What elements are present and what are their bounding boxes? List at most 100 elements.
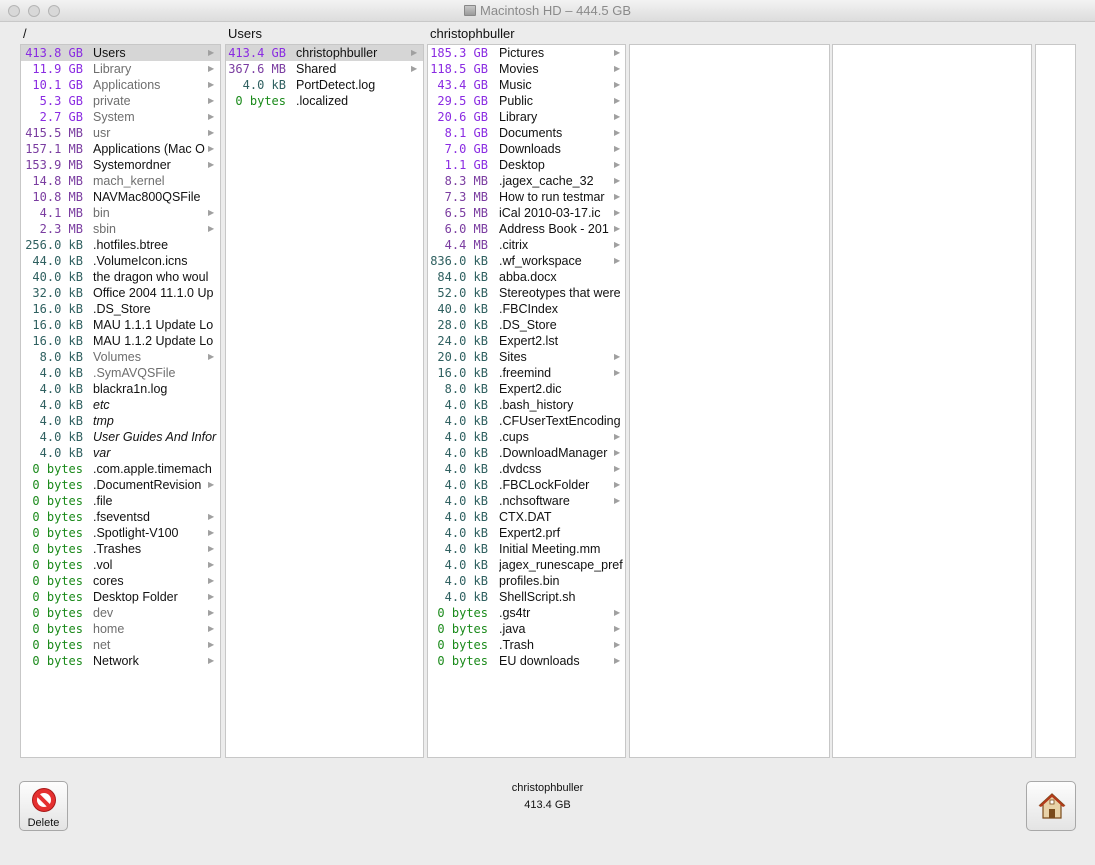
file-row[interactable]: 14.8 MB mach_kernel <box>21 173 220 189</box>
file-row[interactable]: 52.0 kB Stereotypes that were <box>428 285 625 301</box>
file-row[interactable]: 4.0 kB PortDetect.log <box>226 77 423 93</box>
file-row[interactable]: 413.4 GB christophbuller ▶ <box>226 45 423 61</box>
file-row[interactable]: 185.3 GB Pictures ▶ <box>428 45 625 61</box>
file-row[interactable]: 4.0 kB CTX.DAT <box>428 509 625 525</box>
file-row[interactable]: 0 bytes home ▶ <box>21 621 220 637</box>
file-row[interactable]: 10.8 MB NAVMac800QSFile <box>21 189 220 205</box>
file-size: 6.5 MB <box>444 206 488 220</box>
file-row[interactable]: 0 bytes cores ▶ <box>21 573 220 589</box>
file-row[interactable]: 836.0 kB .wf_workspace ▶ <box>428 253 625 269</box>
file-row[interactable]: 4.1 MB bin ▶ <box>21 205 220 221</box>
file-row[interactable]: 8.3 MB .jagex_cache_32 ▶ <box>428 173 625 189</box>
browser-column[interactable] <box>1035 44 1076 758</box>
file-row[interactable]: 5.3 GB private ▶ <box>21 93 220 109</box>
file-row[interactable]: 413.8 GB Users ▶ <box>21 45 220 61</box>
file-row[interactable]: 256.0 kB .hotfiles.btree <box>21 237 220 253</box>
browser-column[interactable]: 413.8 GB Users ▶ 11.9 GB Library ▶ 10.1 GB Appl… <box>20 44 221 758</box>
file-size: 4.0 kB <box>444 574 488 588</box>
file-row[interactable]: 6.0 MB Address Book - 201 ▶ <box>428 221 625 237</box>
file-row[interactable]: 153.9 MB Systemordner ▶ <box>21 157 220 173</box>
file-row[interactable]: 7.3 MB How to run testmar ▶ <box>428 189 625 205</box>
file-row[interactable]: 4.0 kB tmp <box>21 413 220 429</box>
file-row[interactable]: 29.5 GB Public ▶ <box>428 93 625 109</box>
file-row[interactable]: 7.0 GB Downloads ▶ <box>428 141 625 157</box>
file-row[interactable]: 11.9 GB Library ▶ <box>21 61 220 77</box>
file-row[interactable]: 118.5 GB Movies ▶ <box>428 61 625 77</box>
window-title: Macintosh HD – 444.5 GB <box>0 3 1095 18</box>
file-row[interactable]: 8.0 kB Expert2.dic <box>428 381 625 397</box>
browser-column[interactable] <box>629 44 830 758</box>
file-row[interactable]: 4.0 kB .nchsoftware ▶ <box>428 493 625 509</box>
file-row[interactable]: 0 bytes .DocumentRevision ▶ <box>21 477 220 493</box>
file-row[interactable]: 0 bytes .fseventsd ▶ <box>21 509 220 525</box>
file-row[interactable]: 16.0 kB .DS_Store <box>21 301 220 317</box>
file-row[interactable]: 10.1 GB Applications ▶ <box>21 77 220 93</box>
file-row[interactable]: 4.0 kB .DownloadManager ▶ <box>428 445 625 461</box>
file-name: .Trash <box>499 638 534 652</box>
file-row[interactable]: 4.4 MB .citrix ▶ <box>428 237 625 253</box>
file-row[interactable]: 0 bytes .java ▶ <box>428 621 625 637</box>
file-name: blackra1n.log <box>93 382 168 396</box>
file-row[interactable]: 0 bytes .file <box>21 493 220 509</box>
file-row[interactable]: 4.0 kB Expert2.prf <box>428 525 625 541</box>
file-row[interactable]: 32.0 kB Office 2004 11.1.0 Up <box>21 285 220 301</box>
file-row[interactable]: 4.0 kB var <box>21 445 220 461</box>
file-row[interactable]: 0 bytes .Trash ▶ <box>428 637 625 653</box>
file-row[interactable]: 16.0 kB MAU 1.1.2 Update Lo <box>21 333 220 349</box>
file-row[interactable]: 4.0 kB .CFUserTextEncoding <box>428 413 625 429</box>
file-row[interactable]: 0 bytes Network ▶ <box>21 653 220 669</box>
file-row[interactable]: 415.5 MB usr ▶ <box>21 125 220 141</box>
file-row[interactable]: 0 bytes EU downloads ▶ <box>428 653 625 669</box>
file-row[interactable]: 4.0 kB profiles.bin <box>428 573 625 589</box>
disclosure-arrow-icon: ▶ <box>614 624 621 633</box>
file-row[interactable]: 4.0 kB etc <box>21 397 220 413</box>
file-row[interactable]: 0 bytes net ▶ <box>21 637 220 653</box>
file-name: dev <box>93 606 114 620</box>
file-row[interactable]: 367.6 MB Shared ▶ <box>226 61 423 77</box>
file-row[interactable]: 4.0 kB Initial Meeting.mm <box>428 541 625 557</box>
file-row[interactable]: 0 bytes Desktop Folder ▶ <box>21 589 220 605</box>
browser-column[interactable] <box>832 44 1032 758</box>
file-row[interactable]: 28.0 kB .DS_Store <box>428 317 625 333</box>
browser-column[interactable]: 185.3 GB Pictures ▶ 118.5 GB Movies ▶ 43.4 GB M… <box>427 44 626 758</box>
file-row[interactable]: 8.1 GB Documents ▶ <box>428 125 625 141</box>
file-name: .DS_Store <box>93 302 151 316</box>
file-row[interactable]: 0 bytes .Spotlight-V100 ▶ <box>21 525 220 541</box>
file-size: 4.0 kB <box>444 590 488 604</box>
file-row[interactable]: 157.1 MB Applications (Mac O ▶ <box>21 141 220 157</box>
file-row[interactable]: 16.0 kB .freemind ▶ <box>428 365 625 381</box>
file-row[interactable]: 40.0 kB the dragon who woul <box>21 269 220 285</box>
browser-column[interactable]: 413.4 GB christophbuller ▶ 367.6 MB Shared ▶ 4… <box>225 44 424 758</box>
file-row[interactable]: 4.0 kB .bash_history <box>428 397 625 413</box>
file-row[interactable]: 4.0 kB ShellScript.sh <box>428 589 625 605</box>
file-row[interactable]: 40.0 kB .FBCIndex <box>428 301 625 317</box>
file-row[interactable]: 2.7 GB System ▶ <box>21 109 220 125</box>
file-row[interactable]: 20.6 GB Library ▶ <box>428 109 625 125</box>
file-row[interactable]: 4.0 kB jagex_runescape_pref <box>428 557 625 573</box>
file-row[interactable]: 4.0 kB .cups ▶ <box>428 429 625 445</box>
home-button[interactable] <box>1026 781 1076 831</box>
file-row[interactable]: 4.0 kB .SymAVQSFile <box>21 365 220 381</box>
file-row[interactable]: 44.0 kB .VolumeIcon.icns <box>21 253 220 269</box>
file-row[interactable]: 0 bytes .com.apple.timemach <box>21 461 220 477</box>
file-name: iCal 2010-03-17.ic <box>499 206 601 220</box>
file-row[interactable]: 24.0 kB Expert2.lst <box>428 333 625 349</box>
file-row[interactable]: 2.3 MB sbin ▶ <box>21 221 220 237</box>
file-row[interactable]: 4.0 kB .FBCLockFolder ▶ <box>428 477 625 493</box>
file-row[interactable]: 0 bytes .vol ▶ <box>21 557 220 573</box>
file-row[interactable]: 0 bytes .localized <box>226 93 423 109</box>
file-row[interactable]: 4.0 kB .dvdcss ▶ <box>428 461 625 477</box>
file-row[interactable]: 20.0 kB Sites ▶ <box>428 349 625 365</box>
file-row[interactable]: 84.0 kB abba.docx <box>428 269 625 285</box>
file-row[interactable]: 0 bytes dev ▶ <box>21 605 220 621</box>
file-row[interactable]: 4.0 kB User Guides And Infor <box>21 429 220 445</box>
file-row[interactable]: 8.0 kB Volumes ▶ <box>21 349 220 365</box>
file-row[interactable]: 1.1 GB Desktop ▶ <box>428 157 625 173</box>
file-row[interactable]: 43.4 GB Music ▶ <box>428 77 625 93</box>
file-row[interactable]: 0 bytes .gs4tr ▶ <box>428 605 625 621</box>
file-row[interactable]: 16.0 kB MAU 1.1.1 Update Lo <box>21 317 220 333</box>
file-row[interactable]: 6.5 MB iCal 2010-03-17.ic ▶ <box>428 205 625 221</box>
file-row[interactable]: 0 bytes .Trashes ▶ <box>21 541 220 557</box>
file-row[interactable]: 4.0 kB blackra1n.log <box>21 381 220 397</box>
disclosure-arrow-icon: ▶ <box>614 368 621 377</box>
